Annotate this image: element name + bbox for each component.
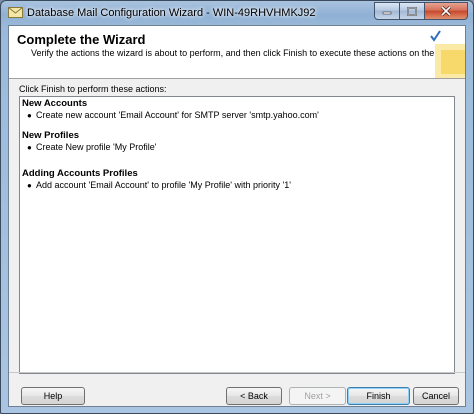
page-title: Complete the Wizard — [17, 32, 146, 47]
close-button[interactable] — [425, 2, 468, 20]
wizard-content: Complete the Wizard Verify the actions t… — [8, 25, 466, 407]
caption-buttons — [374, 2, 468, 20]
list-item: ● Create new account 'Email Account' for … — [27, 110, 319, 120]
group-title: New Accounts — [22, 98, 88, 109]
wizard-header: Complete the Wizard Verify the actions t… — [9, 26, 465, 79]
group-adding-accounts-profiles: Adding Accounts Profiles ● Add account 'E… — [22, 168, 452, 191]
actions-label: Click Finish to perform these actions: — [19, 84, 167, 94]
list-item: ● Add account 'Email Account' to profile … — [27, 180, 291, 190]
finish-button[interactable]: Finish — [347, 387, 410, 405]
bullet-icon: ● — [27, 111, 32, 120]
wizard-checkmark-icon — [430, 30, 465, 78]
wizard-window: Database Mail Configuration Wizard - WIN… — [0, 0, 474, 414]
database-mail-icon — [8, 7, 23, 18]
group-new-accounts: New Accounts ● Create new account 'Email … — [22, 98, 452, 121]
help-button[interactable]: Help — [21, 387, 85, 405]
minimize-button[interactable] — [374, 2, 400, 20]
title-bar[interactable]: Database Mail Configuration Wizard - WIN… — [1, 1, 473, 25]
maximize-icon — [407, 6, 417, 16]
bullet-icon: ● — [27, 181, 32, 190]
group-new-profiles: New Profiles ● Create New profile 'My Pro… — [22, 130, 452, 153]
list-item: ● Create New profile 'My Profile' — [27, 142, 157, 152]
back-button[interactable]: < Back — [226, 387, 282, 405]
window-title: Database Mail Configuration Wizard - WIN… — [27, 7, 316, 19]
next-button[interactable]: Next > — [289, 387, 346, 405]
page-subtitle: Verify the actions the wizard is about t… — [31, 48, 464, 58]
bullet-icon: ● — [27, 143, 32, 152]
footer-divider — [9, 372, 465, 373]
group-title: New Profiles — [22, 130, 80, 141]
close-icon — [440, 6, 452, 16]
minimize-icon — [382, 11, 392, 15]
cancel-button[interactable]: Cancel — [413, 387, 459, 405]
maximize-button[interactable] — [400, 2, 425, 20]
actions-list[interactable]: New Accounts ● Create new account 'Email … — [19, 96, 455, 374]
group-title: Adding Accounts Profiles — [22, 168, 138, 179]
